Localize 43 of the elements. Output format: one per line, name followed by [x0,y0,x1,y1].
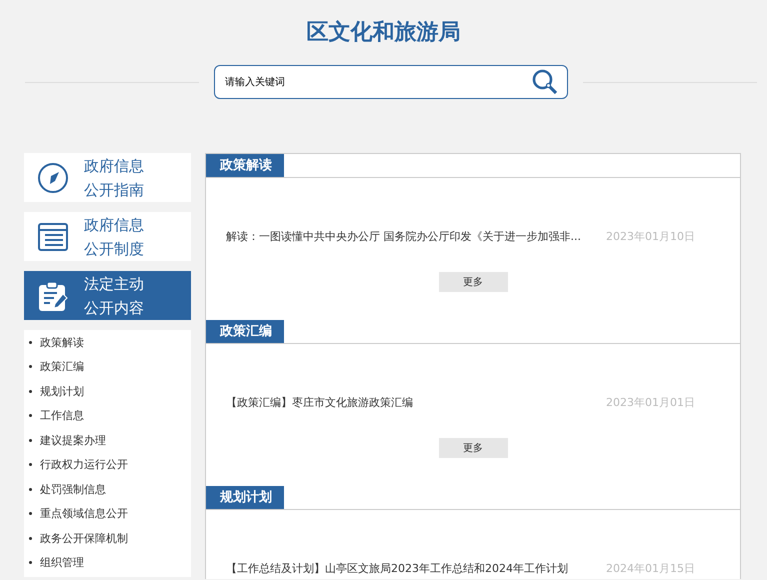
more-button[interactable]: 更多 [438,272,508,292]
bullet-icon [29,488,32,491]
card-label: 政府信息 公开制度 [84,214,144,260]
bullet-icon [29,438,32,442]
compass-icon [37,162,69,194]
bullet-icon [29,340,32,344]
article-date: 2023年01月01日 [606,394,695,410]
article-link[interactable]: 【政策汇编】枣庄市文化旅游政策汇编 [226,394,413,410]
card-label: 政府信息 公开指南 [84,156,144,200]
search-icon[interactable] [532,69,558,95]
card-label: 法定主动 公开内容 [84,274,144,318]
list-icon [37,220,69,252]
bullet-icon [29,536,32,540]
bullet-icon [29,390,32,393]
article-link[interactable]: 解读：一图读懂中共中央办公厅 国务院办公厅印发《关于进一步加强非... [226,228,581,244]
clipboard-icon [37,280,69,312]
article-date: 2023年01月10日 [606,228,695,244]
bullet-icon [29,512,32,516]
sidebar-card[interactable]: 政府信息 公开指南 [24,153,191,202]
search-field[interactable]: 请输入关键词 [214,65,568,99]
article-link[interactable]: 【工作总结及计划】山亭区文旅局2023年工作总结和2024年工作计划 [226,560,568,576]
site-title: 区文化和旅游局 [306,19,462,47]
menu-item[interactable]: 政策解读 [40,334,84,350]
menu-item[interactable]: 建议提案办理 [40,432,106,448]
sidebar-card[interactable]: 法定主动 公开内容 [24,271,191,320]
menu-item[interactable]: 行政权力运行公开 [40,457,128,472]
menu-item[interactable]: 工作信息 [40,408,84,424]
bullet-icon [29,365,32,368]
menu-item[interactable]: 政务公开保障机制 [40,530,128,546]
sidebar-card[interactable]: 政府信息 公开制度 [24,212,191,261]
menu-item[interactable]: 政策汇编 [40,359,84,374]
article-date: 2024年01月15日 [606,560,695,576]
bullet-icon [29,463,32,466]
section-title: 政策解读 [206,154,284,177]
bullet-icon [29,414,32,418]
menu-item[interactable]: 重点领域信息公开 [40,506,128,522]
section-title: 规划计划 [206,486,284,509]
bullet-icon [29,561,32,564]
section-title: 政策汇编 [206,320,284,343]
menu-item[interactable]: 组织管理 [40,555,84,570]
more-button[interactable]: 更多 [438,438,508,458]
menu-item[interactable]: 处罚强制信息 [40,482,106,497]
menu-item[interactable]: 规划计划 [40,384,84,399]
